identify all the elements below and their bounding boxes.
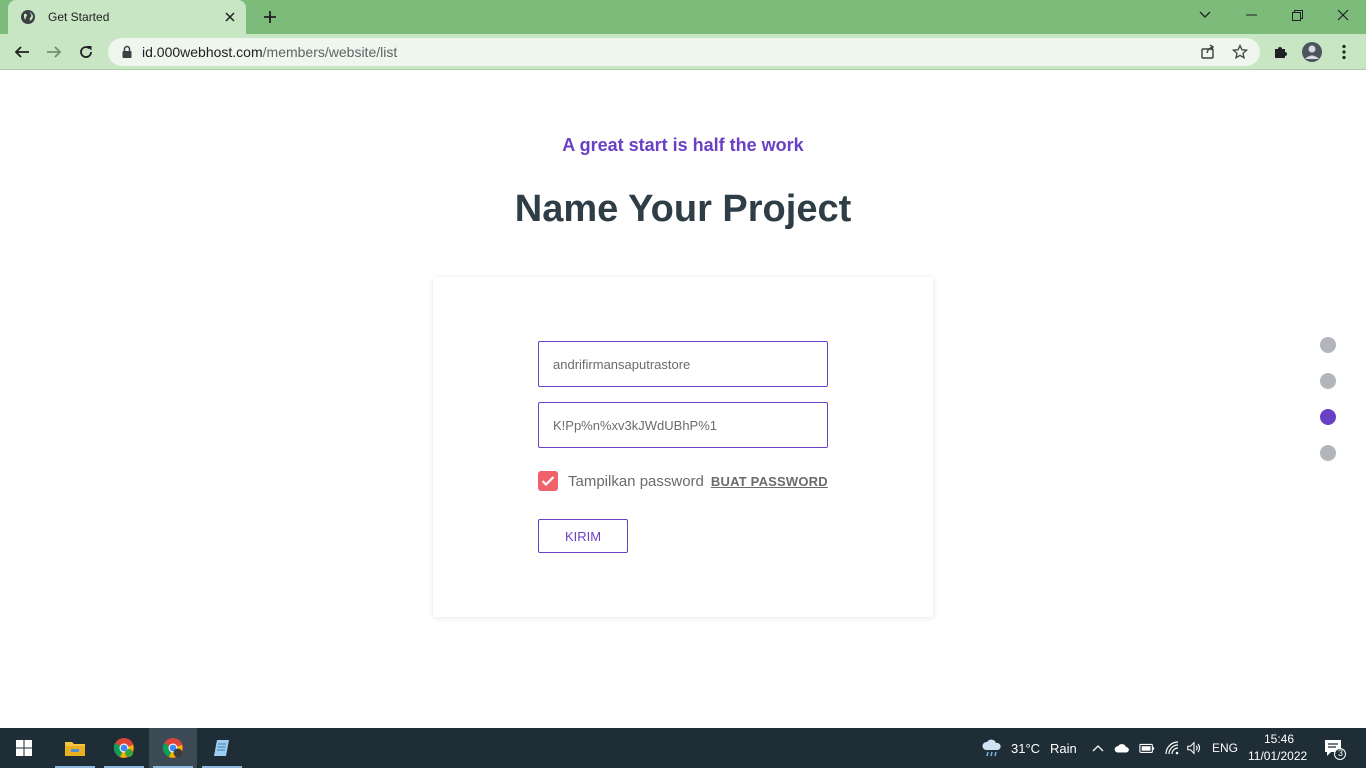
address-bar[interactable]: id.000webhost.com/members/website/list xyxy=(108,38,1260,66)
url-path: /members/website/list xyxy=(262,44,398,60)
lock-icon[interactable] xyxy=(120,45,134,59)
notifications-icon[interactable]: 3 xyxy=(1323,738,1347,760)
extensions-puzzle-icon[interactable] xyxy=(1266,38,1294,66)
page-tagline: A great start is half the work xyxy=(562,135,804,155)
show-password-row: Tampilkan password BUAT PASSWORD xyxy=(538,471,828,491)
notepad-icon[interactable] xyxy=(198,728,246,768)
minimize-icon[interactable] xyxy=(1228,0,1274,30)
clock-date[interactable]: 11/01/2022 xyxy=(1248,749,1307,763)
wifi-icon[interactable] xyxy=(1164,740,1180,756)
windows-taskbar: 31°C Rain ENG 15:46 11/01/2022 3 xyxy=(0,728,1366,768)
reload-icon[interactable] xyxy=(72,38,100,66)
checkmark-icon xyxy=(541,476,555,487)
profile-avatar-icon[interactable] xyxy=(1298,38,1326,66)
chevron-up-icon[interactable] xyxy=(1091,740,1107,756)
bookmark-star-icon[interactable] xyxy=(1232,44,1248,60)
weather-rain-icon[interactable] xyxy=(981,738,1003,758)
tab-title: Get Started xyxy=(48,10,110,24)
show-password-checkbox[interactable] xyxy=(538,471,558,491)
weather-desc[interactable]: Rain xyxy=(1050,741,1077,756)
step-dot-4[interactable] xyxy=(1320,445,1336,461)
globe-icon xyxy=(20,9,36,25)
chrome-profile-icon[interactable] xyxy=(149,728,197,768)
close-tab-icon[interactable] xyxy=(220,7,240,27)
website-name-input[interactable] xyxy=(538,341,828,387)
file-explorer-icon[interactable] xyxy=(51,728,99,768)
new-tab-icon[interactable] xyxy=(258,6,282,28)
generate-password-link[interactable]: BUAT PASSWORD xyxy=(711,474,828,489)
windows-start-icon[interactable] xyxy=(0,728,48,768)
browser-toolbar: id.000webhost.com/members/website/list xyxy=(0,34,1366,70)
forward-arrow-icon[interactable] xyxy=(40,38,68,66)
url-host: id.000webhost.com xyxy=(142,44,263,60)
share-icon[interactable] xyxy=(1200,44,1216,60)
battery-icon[interactable] xyxy=(1139,740,1155,756)
step-dot-3[interactable] xyxy=(1320,409,1336,425)
submit-button[interactable]: KIRIM xyxy=(538,519,628,553)
step-dot-1[interactable] xyxy=(1320,337,1336,353)
clock-time[interactable]: 15:46 xyxy=(1264,732,1294,746)
chrome-icon[interactable] xyxy=(100,728,148,768)
volume-icon[interactable] xyxy=(1186,740,1202,756)
back-arrow-icon[interactable] xyxy=(8,38,36,66)
step-dot-2[interactable] xyxy=(1320,373,1336,389)
weather-temp[interactable]: 31°C xyxy=(1011,741,1040,756)
language-indicator[interactable]: ENG xyxy=(1212,741,1238,755)
browser-tab[interactable]: Get Started xyxy=(8,0,246,34)
notification-count: 3 xyxy=(1337,748,1343,758)
browser-tabstrip: Get Started xyxy=(0,0,1366,34)
page-title: Name Your Project xyxy=(514,188,852,230)
show-password-label[interactable]: Tampilkan password xyxy=(568,473,704,490)
close-window-icon[interactable] xyxy=(1320,0,1366,30)
url-text: id.000webhost.com/members/website/list xyxy=(142,44,397,60)
restore-icon[interactable] xyxy=(1274,0,1320,30)
page-content: A great start is half the work Name Your… xyxy=(0,71,1366,728)
tab-search-chevron-icon[interactable] xyxy=(1182,0,1228,30)
project-form-card: Tampilkan password BUAT PASSWORD KIRIM xyxy=(433,277,933,617)
password-input[interactable] xyxy=(538,402,828,448)
onedrive-cloud-icon[interactable] xyxy=(1114,740,1130,756)
menu-kebab-icon[interactable] xyxy=(1330,38,1358,66)
